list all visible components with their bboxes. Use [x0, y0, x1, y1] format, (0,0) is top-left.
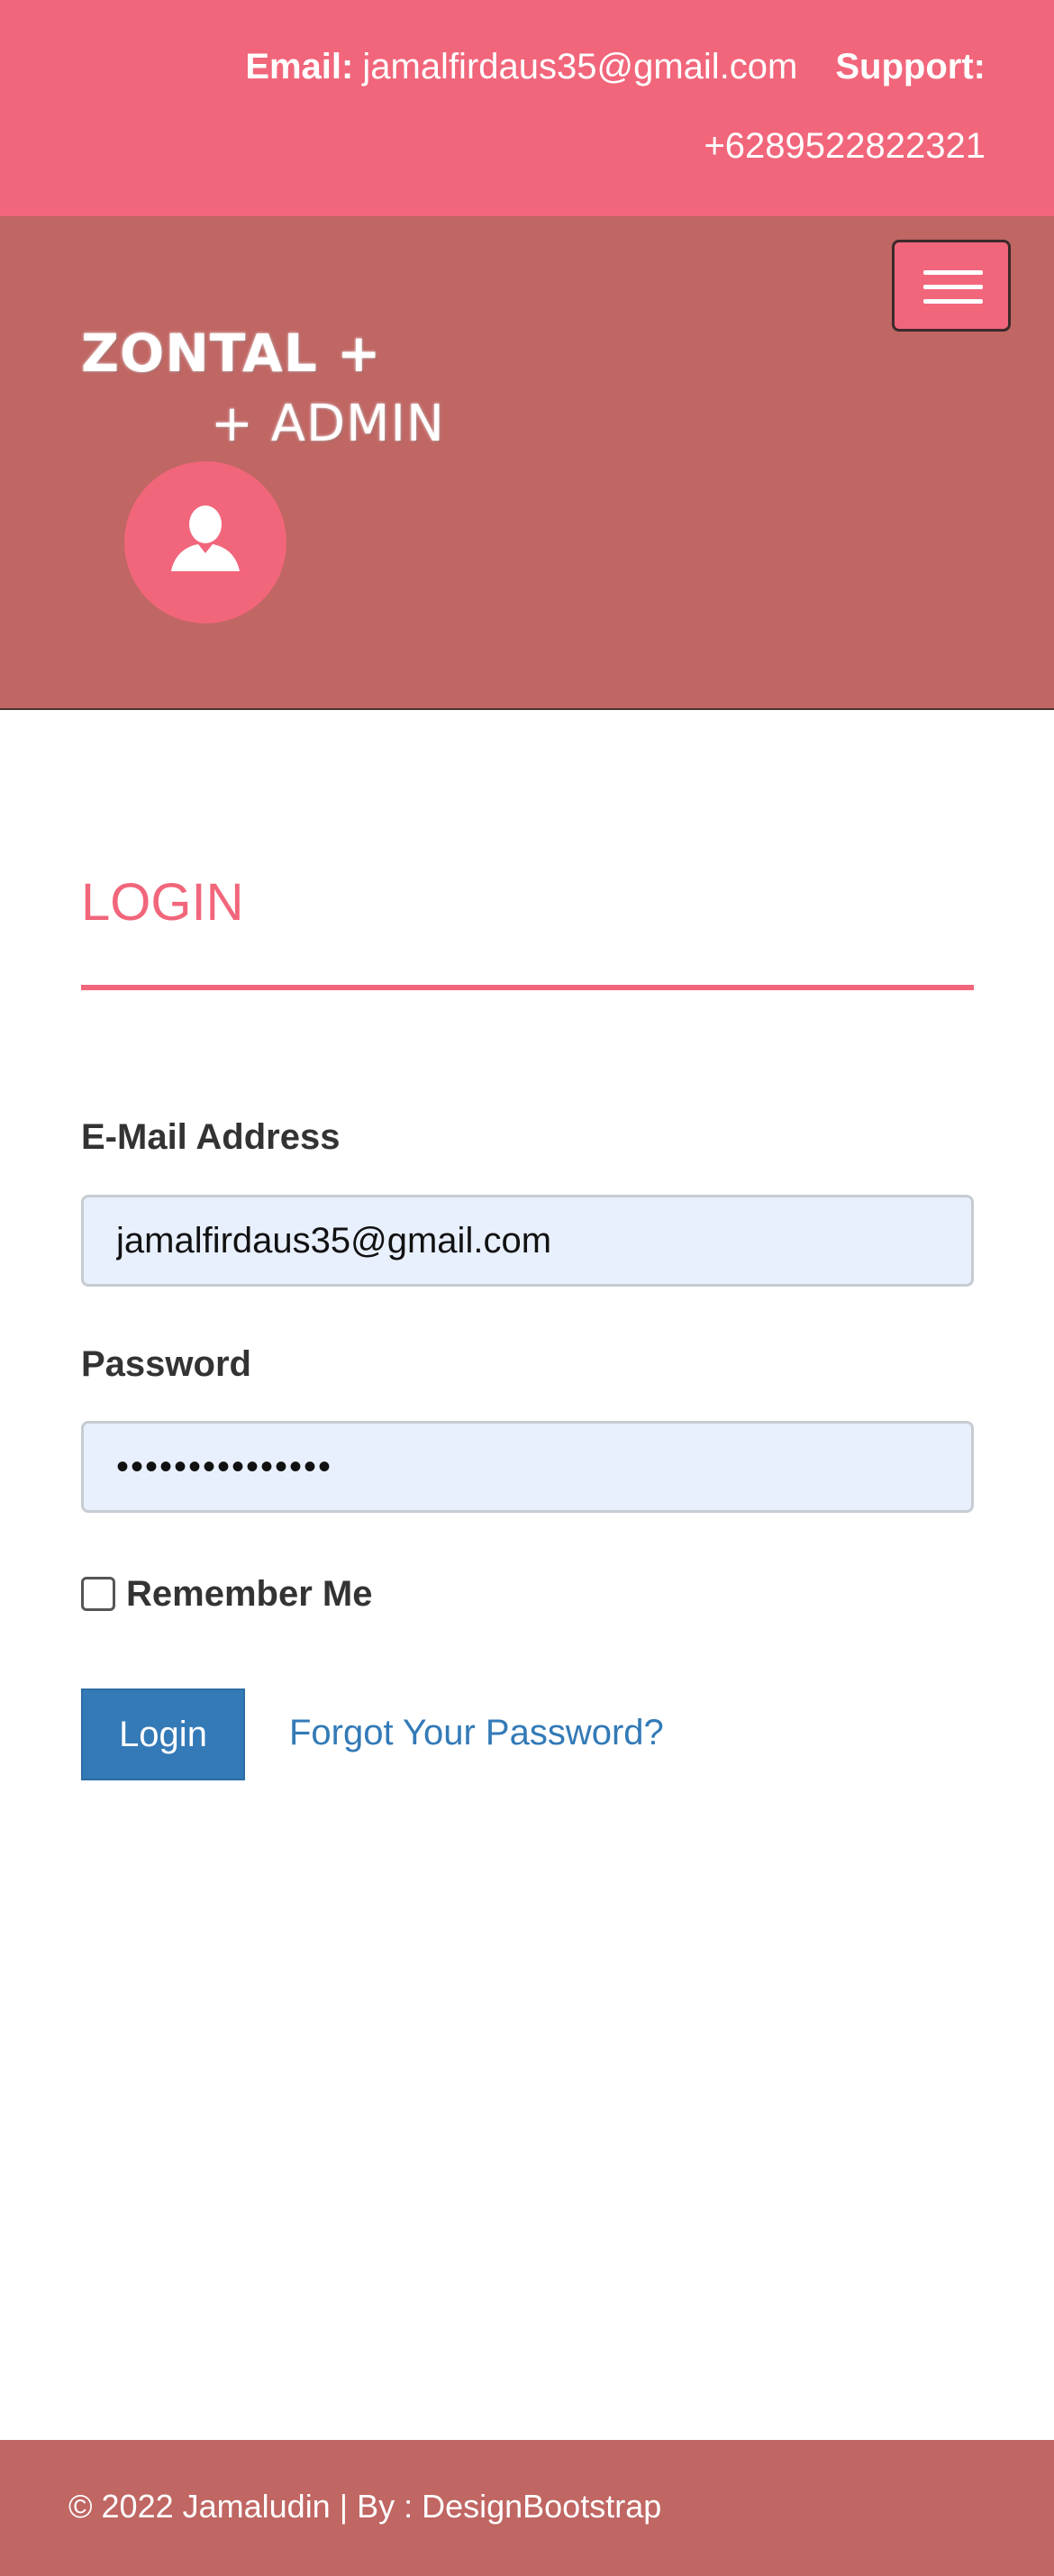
email-value[interactable]: jamalfirdaus35@gmail.com: [362, 47, 797, 86]
logo-text-line2[interactable]: + ADMIN: [211, 395, 445, 453]
remember-me-label[interactable]: Remember Me: [126, 1574, 372, 1615]
password-field[interactable]: [81, 1421, 974, 1513]
support-label: Support:: [835, 47, 986, 86]
remember-me-row[interactable]: Remember Me: [81, 1569, 372, 1619]
support-phone[interactable]: +6289522822321: [704, 119, 986, 173]
title-divider: [81, 985, 974, 990]
contact-line-email: Email: jamalfirdaus35@gmail.com Support:: [245, 40, 986, 94]
email-field[interactable]: [81, 1195, 974, 1287]
hamburger-menu-button[interactable]: [892, 240, 1011, 332]
footer-copyright: © 2022 Jamaludin | By : DesignBootstrap: [68, 2488, 662, 2525]
hamburger-menu-icon: [923, 285, 983, 289]
password-label: Password: [81, 1344, 251, 1384]
user-icon: [171, 505, 240, 571]
remember-me-checkbox[interactable]: [81, 1577, 115, 1611]
login-button[interactable]: Login: [81, 1689, 245, 1780]
site-header: ZONTAL + + ADMIN: [0, 216, 1054, 710]
page-title: LOGIN: [81, 873, 244, 932]
email-label-field: E-Mail Address: [81, 1117, 341, 1157]
contact-bar: Email: jamalfirdaus35@gmail.com Support: +…: [0, 0, 1054, 216]
avatar: [124, 461, 286, 624]
site-footer: © 2022 Jamaludin | By : DesignBootstrap: [0, 2440, 1054, 2576]
forgot-password-link[interactable]: Forgot Your Password?: [289, 1707, 664, 1758]
logo-text-line1[interactable]: ZONTAL +: [81, 323, 382, 384]
hamburger-menu-icon: [923, 299, 983, 304]
email-label: Email:: [245, 47, 354, 86]
hamburger-menu-icon: [923, 270, 983, 275]
